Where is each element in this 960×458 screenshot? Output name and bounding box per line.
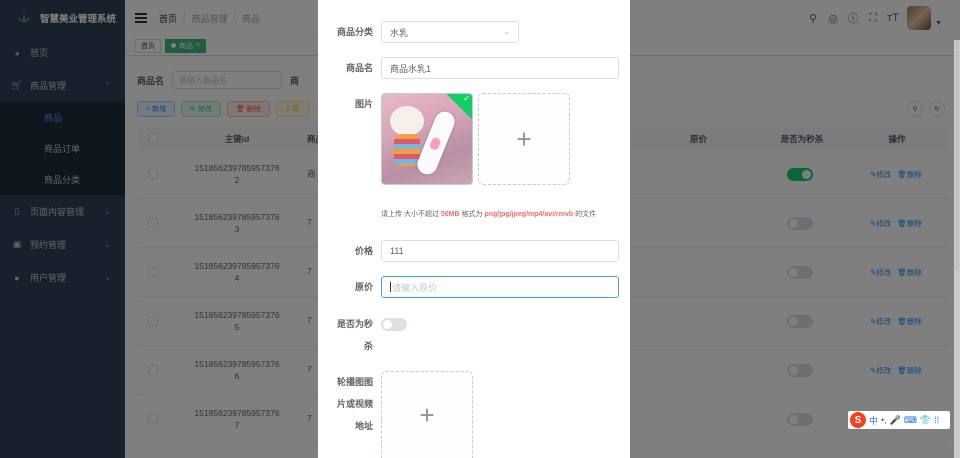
category-value: 水乳 (390, 27, 409, 38)
image-label: 图片 (354, 99, 373, 109)
carousel-label-line1: 轮播图图 (336, 377, 373, 387)
punctuation-icon[interactable]: •, (881, 415, 887, 425)
plus-icon: + (419, 399, 435, 430)
original-price-placeholder: 请输入原价 (392, 282, 438, 293)
tip-mid: 格式为 (459, 211, 485, 218)
name-label: 商品名 (345, 63, 373, 73)
skin-icon[interactable]: 👕 (920, 415, 931, 426)
flash-sale-label-line1: 是否为秒 (336, 319, 373, 329)
check-icon: ✓ (463, 94, 470, 103)
scrollbar-thumb[interactable] (955, 40, 959, 270)
original-price-input[interactable]: 请输入原价 (381, 276, 619, 298)
bear-body-shape (394, 134, 420, 166)
name-value: 商品水乳1 (390, 63, 432, 74)
image-upload-button[interactable]: + (478, 93, 570, 185)
keyboard-icon[interactable]: ⌨ (904, 415, 917, 426)
flash-sale-label-line2: 杀 (363, 341, 373, 351)
ime-toolbar[interactable]: S 中 •, 🎤 ⌨ 👕 ⁞⁞ (848, 411, 950, 429)
original-price-label: 原价 (354, 282, 373, 292)
tip-formats: png/jpg/jpeg/mp4/avi/rmvb (484, 211, 574, 218)
grid-menu-icon[interactable]: ⁞⁞ (934, 415, 939, 425)
carousel-label-line2: 片或视频 (336, 399, 373, 409)
tip-size: 50MB (440, 211, 460, 218)
price-value: 111 (390, 246, 404, 256)
switch-knob (383, 320, 392, 329)
bear-toy-image (390, 106, 424, 136)
price-input[interactable]: 111 (381, 240, 619, 262)
ime-mode[interactable]: 中 (869, 414, 878, 427)
chevron-down-icon: ⌄ (503, 27, 510, 36)
plus-icon: + (516, 123, 532, 154)
page-scrollbar[interactable] (954, 40, 960, 458)
name-input[interactable]: 商品水乳1 (381, 57, 619, 79)
tip-suffix: 的文件 (573, 211, 597, 218)
device-dot-shape (428, 136, 442, 151)
uploaded-image-thumbnail[interactable]: ✓ (381, 93, 473, 185)
category-label: 商品分类 (336, 27, 373, 37)
text-cursor (390, 282, 391, 292)
tip-prefix: 请上传 大小不超过 (381, 211, 441, 218)
flash-sale-switch[interactable] (381, 318, 407, 331)
carousel-upload-button[interactable]: + (381, 371, 473, 458)
upload-tip: 请上传 大小不超过 50MB 格式为 png/jpg/jpeg/mp4/avi/… (381, 209, 596, 219)
edit-product-dialog: 商品分类 水乳 ⌄ 商品名 商品水乳1 图片 ✓ + 请上传 大小不超过 50M… (318, 0, 630, 458)
sogou-logo-icon: S (850, 412, 866, 428)
category-select[interactable]: 水乳 ⌄ (381, 21, 519, 43)
price-label: 价格 (354, 246, 373, 256)
microphone-icon[interactable]: 🎤 (890, 415, 901, 426)
carousel-label-line3: 地址 (354, 421, 373, 431)
